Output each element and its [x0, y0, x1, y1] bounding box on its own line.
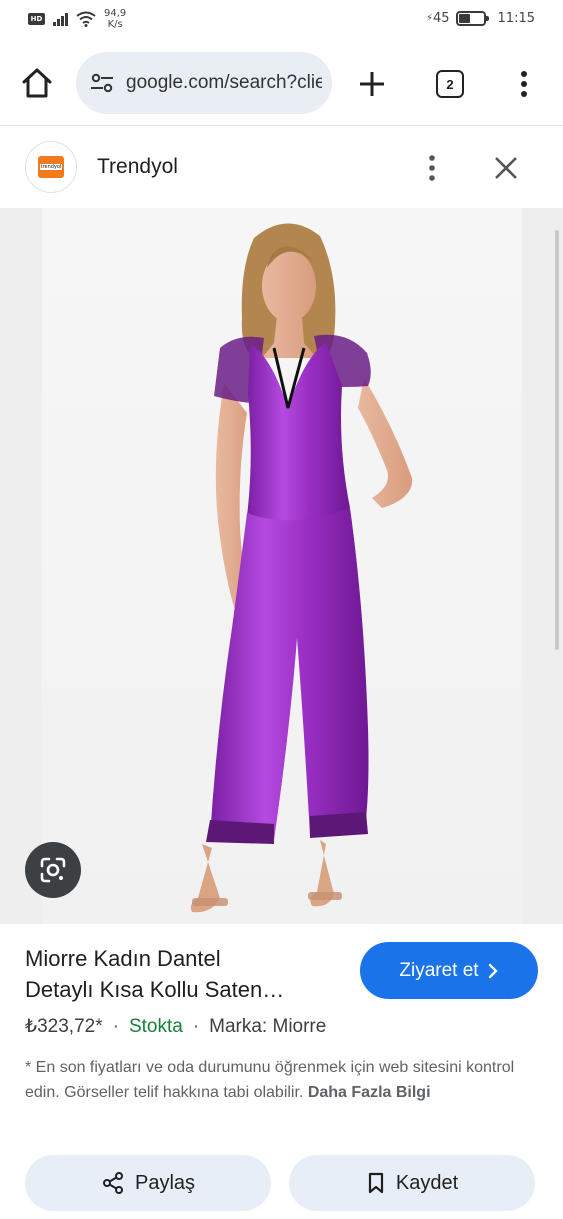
status-bar: HD 94,9 K/s ⚡ 45 11:15 — [0, 0, 563, 40]
trendyol-logo-mark: trendyol — [38, 156, 64, 178]
save-button[interactable]: Kaydet — [289, 1155, 535, 1211]
disclaimer-text: * En son fiyatları ve oda durumunu öğren… — [25, 1059, 515, 1101]
chevron-right-icon — [488, 963, 498, 978]
visit-button[interactable]: Ziyaret et — [360, 942, 538, 999]
image-scrollbar[interactable] — [555, 230, 559, 650]
home-icon[interactable] — [18, 64, 56, 102]
product-photo-illustration — [190, 223, 413, 913]
product-title-line2: Detaylı Kısa Kollu Saten… — [25, 977, 285, 1002]
brand: Marka: Miorre — [209, 1016, 327, 1037]
logo-text: trendyol — [39, 164, 63, 170]
product-photo[interactable] — [42, 208, 522, 924]
wifi-icon — [76, 11, 96, 27]
product-title[interactable]: Miorre Kadın Dantel Detaylı Kısa Kollu S… — [25, 943, 345, 1005]
source-name[interactable]: Trendyol — [97, 155, 178, 179]
source-header: trendyol Trendyol — [0, 126, 563, 208]
price-line: ₺323,72* · Stokta · Marka: Miorre — [25, 1015, 326, 1038]
disclaimer: * En son fiyatları ve oda durumunu öğren… — [25, 1055, 525, 1105]
clock: 11:15 — [497, 11, 535, 26]
address-bar[interactable]: google.com/search?clie — [76, 52, 332, 114]
tab-switcher-button[interactable]: 2 — [436, 70, 464, 98]
product-title-line1: Miorre Kadın Dantel — [25, 946, 221, 971]
hd-icon: HD — [28, 13, 45, 25]
more-vert-icon[interactable] — [420, 150, 444, 186]
close-icon[interactable] — [492, 154, 520, 182]
stock-status: Stokta — [128, 1016, 183, 1037]
network-speed-value: 94,9 — [104, 8, 127, 19]
google-lens-icon — [40, 857, 66, 883]
share-button[interactable]: Paylaş — [25, 1155, 271, 1211]
plus-icon[interactable] — [354, 66, 390, 102]
lens-button[interactable] — [25, 842, 81, 898]
tab-count: 2 — [446, 76, 454, 92]
more-vert-icon[interactable] — [512, 66, 536, 102]
visit-button-label: Ziyaret et — [399, 959, 479, 981]
share-button-label: Paylaş — [134, 1171, 196, 1194]
signal-icon — [53, 12, 68, 26]
trendyol-logo[interactable]: trendyol — [25, 141, 77, 193]
status-left: HD 94,9 K/s — [28, 8, 126, 30]
bookmark-icon — [368, 1172, 383, 1194]
price: ₺323,72* — [25, 1016, 103, 1037]
network-speed-unit: K/s — [107, 19, 123, 30]
battery-fill — [458, 14, 470, 23]
battery-percentage: 45 — [432, 11, 450, 26]
separator-dot: · — [192, 1016, 200, 1037]
status-right: ⚡ 45 11:15 — [426, 11, 535, 26]
browser-toolbar: google.com/search?clie 2 — [0, 40, 563, 126]
site-settings-icon[interactable] — [88, 69, 116, 97]
battery-icon — [455, 11, 489, 26]
save-button-label: Kaydet — [395, 1171, 459, 1194]
network-speed: 94,9 K/s — [104, 8, 126, 30]
separator-dot: · — [112, 1016, 119, 1037]
product-image-area — [0, 208, 563, 924]
battery-charging-icon: ⚡ — [425, 13, 433, 24]
more-info-link[interactable]: Daha Fazla Bilgi — [308, 1084, 431, 1101]
url-text[interactable]: google.com/search?clie — [126, 72, 322, 94]
share-icon — [102, 1172, 123, 1194]
